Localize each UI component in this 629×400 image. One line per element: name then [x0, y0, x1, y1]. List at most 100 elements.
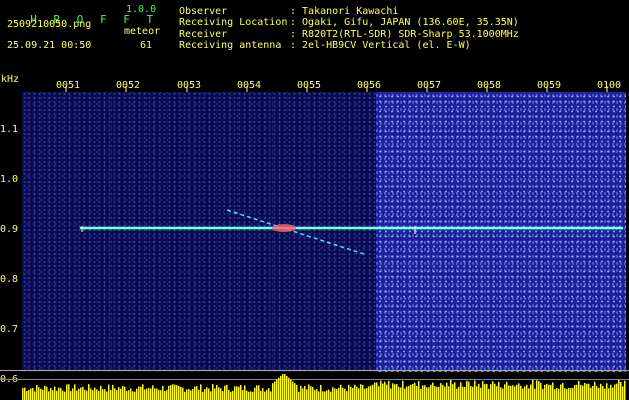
spectrum-bar: [504, 384, 506, 400]
spectrum-bar: [618, 379, 620, 400]
spectrum-bar: [142, 384, 144, 400]
spectrum-bar: [520, 385, 522, 400]
spectrum-bar: [392, 383, 394, 400]
spectrum-bar: [404, 388, 406, 400]
spectrum-bar: [342, 387, 344, 400]
spectrum-bar: [294, 383, 296, 400]
spectrum-bar: [194, 386, 196, 400]
spectrum-bar: [472, 386, 474, 400]
spectrum-bar: [612, 387, 614, 400]
spectrum-bar: [254, 387, 256, 400]
spectrum-bar: [522, 388, 524, 400]
date-time: 25.09.21 00:50: [7, 40, 92, 51]
spectrum-bar: [210, 391, 212, 400]
info-value-receiver: : R820T2(RTL-SDR) SDR-Sharp 53.1000MHz: [290, 29, 519, 40]
spectrum-bar: [548, 384, 550, 400]
spectrogram: [22, 92, 626, 372]
spectrum-bar: [468, 381, 470, 400]
spectrum-bar: [624, 380, 626, 400]
spectrum-bar: [574, 385, 576, 400]
reference-line-upper: [0, 370, 629, 371]
spectrum-bar: [542, 388, 544, 400]
file-name: 2509210050.png: [7, 19, 92, 30]
spectrum-bar: [40, 388, 42, 400]
spectrum-bar: [90, 388, 92, 400]
spectrum-bar: [286, 375, 288, 400]
spectrum-bar: [272, 383, 274, 400]
spectrum-bar: [212, 384, 214, 400]
spectrum-bar: [120, 388, 122, 400]
spectrum-bar: [58, 387, 60, 400]
spectrum-bar: [270, 391, 272, 400]
spectrum-bar: [512, 385, 514, 400]
spectrum-bar: [258, 385, 260, 400]
spectrum-bar: [552, 382, 554, 400]
spectrum-bar: [450, 380, 452, 400]
spectrum-bar: [362, 384, 364, 400]
spectrum-bar: [432, 382, 434, 400]
spectrum-bar: [536, 380, 538, 400]
spectrum-bar: [622, 386, 624, 400]
spectrum-bar: [324, 391, 326, 400]
spectrum-bar: [576, 384, 578, 400]
spectrum-bar: [354, 384, 356, 400]
spectrum-bar: [318, 391, 320, 400]
spectrum-bar: [600, 383, 602, 400]
spectrum-bar: [170, 385, 172, 400]
spectrum-bar: [400, 387, 402, 400]
spectrum-bar: [614, 384, 616, 400]
spectrum-bar: [582, 385, 584, 400]
spectrum-bar: [118, 387, 120, 400]
spectrum-bar: [218, 387, 220, 400]
spectrum-bar: [50, 388, 52, 400]
spectrum-bar: [366, 388, 368, 400]
spectrum-bar: [204, 389, 206, 400]
spectrum-bar: [222, 390, 224, 400]
spectrum-bar: [390, 388, 392, 400]
spectrum-bar: [566, 388, 568, 400]
y-tick: 1.1: [0, 124, 19, 135]
info-value-observer: : Takanori Kawachi: [290, 6, 399, 17]
spectrum-bar: [240, 385, 242, 400]
spectrum-bar: [488, 388, 490, 400]
spectrum-bar: [558, 388, 560, 400]
spectrum-bar: [486, 383, 488, 400]
spectrum-bar: [396, 384, 398, 400]
spectrum-bar: [358, 388, 360, 400]
spectrum-bar: [126, 390, 128, 400]
spectrum-bar: [30, 388, 32, 400]
spectrum-bar: [304, 386, 306, 400]
spectrum-bar: [528, 388, 530, 400]
spectrum-bar: [182, 387, 184, 400]
spectrum-bar: [500, 387, 502, 400]
spectrum-bar: [322, 391, 324, 400]
spectrum-bar: [288, 377, 290, 400]
spectrum-bar: [116, 390, 118, 400]
spectrum-bar: [376, 382, 378, 400]
spectrum-bar: [594, 381, 596, 400]
spectrum-bar: [148, 388, 150, 400]
spectrum-bar: [52, 390, 54, 400]
spectrum-bar: [374, 382, 376, 400]
spectrum-bar: [228, 389, 230, 400]
spectrum-bar: [606, 383, 608, 400]
spectrum-bar: [102, 389, 104, 400]
spectrum-bar: [480, 387, 482, 400]
spectrum-bars: [22, 374, 626, 400]
spectrum-bar: [476, 386, 478, 400]
spectrum-bar: [208, 388, 210, 400]
spectrum-bar: [62, 390, 64, 400]
spectrum-bar: [298, 391, 300, 400]
spectrum-bar: [48, 391, 50, 400]
spectrum-bar: [186, 389, 188, 400]
spectrum-bar: [158, 389, 160, 400]
spectrum-bar: [246, 390, 248, 400]
spectrum-bar: [370, 385, 372, 400]
spectrum-bar: [436, 386, 438, 400]
spectrum-bar: [328, 389, 330, 400]
spectrum-bar: [178, 386, 180, 400]
spectrum-bar: [384, 381, 386, 400]
spectrum-bar: [312, 386, 314, 400]
spectrum-bar: [334, 388, 336, 400]
spectrum-bar: [420, 388, 422, 400]
